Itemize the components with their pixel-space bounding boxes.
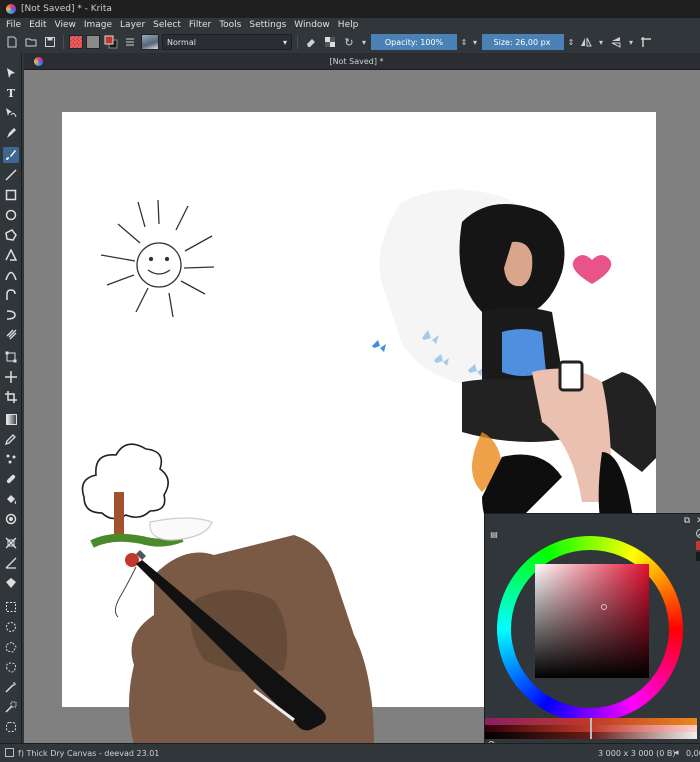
main-toolbar: Normal ▾ ↻ ▾ Opacity: 100% ⇕ ▾ Size: 26,…: [0, 31, 700, 53]
new-document-icon[interactable]: [4, 34, 20, 50]
smart-patch-tool-icon[interactable]: [3, 471, 19, 487]
gradient-tool-icon[interactable]: [3, 411, 19, 427]
pattern-preset-swatch[interactable]: [86, 35, 100, 49]
clear-history-icon[interactable]: [696, 529, 700, 538]
brush-preview-icon: [5, 748, 14, 757]
contiguous-select-tool-icon[interactable]: [3, 679, 19, 695]
krita-logo-icon: [6, 4, 16, 14]
chevron-down-icon: ▾: [282, 37, 287, 47]
calligraphy-tool-icon[interactable]: [3, 125, 19, 141]
menu-edit[interactable]: Edit: [29, 20, 46, 30]
blend-mode-select[interactable]: Normal ▾: [162, 34, 292, 50]
open-document-icon[interactable]: [23, 34, 39, 50]
wrap-around-icon[interactable]: [638, 34, 654, 50]
mirror-horizontal-icon[interactable]: [578, 34, 594, 50]
color-history-swatch[interactable]: [696, 552, 700, 561]
polyline-tool-icon[interactable]: [3, 247, 19, 263]
color-picker-cursor: [601, 604, 607, 610]
float-docker-icon[interactable]: ⧉: [682, 516, 692, 526]
gradient-preset-swatch[interactable]: [69, 35, 83, 49]
current-brush-label: f) Thick Dry Canvas - deevad 23.01: [18, 748, 160, 758]
settings-icon[interactable]: ▤: [489, 530, 499, 540]
chevron-down-icon[interactable]: ▾: [627, 34, 635, 50]
freehand-select-tool-icon[interactable]: [3, 659, 19, 675]
menu-window[interactable]: Window: [294, 20, 330, 30]
opacity-slider[interactable]: Opacity: 100%: [371, 34, 457, 50]
polygonal-select-tool-icon[interactable]: [3, 639, 19, 655]
blend-mode-value: Normal: [167, 37, 196, 47]
measure-tool-icon[interactable]: [3, 555, 19, 571]
menu-layer[interactable]: Layer: [120, 20, 145, 30]
rectangular-select-tool-icon[interactable]: [3, 599, 19, 615]
dynamic-brush-tool-icon[interactable]: [3, 307, 19, 323]
menu-help[interactable]: Help: [338, 20, 359, 30]
toolbar-separator: [297, 35, 298, 49]
multibrush-tool-icon[interactable]: [3, 327, 19, 343]
eraser-mode-icon[interactable]: [303, 34, 319, 50]
ellipse-tool-icon[interactable]: [3, 207, 19, 223]
status-bar: f) Thick Dry Canvas - deevad 23.01 3 000…: [0, 743, 700, 762]
bezier-select-tool-icon[interactable]: [3, 719, 19, 735]
menu-settings[interactable]: Settings: [249, 20, 286, 30]
color-history-swatch[interactable]: [696, 541, 700, 550]
menu-file[interactable]: File: [6, 20, 21, 30]
similar-select-tool-icon[interactable]: [3, 699, 19, 715]
bezier-curve-tool-icon[interactable]: [3, 267, 19, 283]
gradient-strip-marker: [590, 718, 592, 739]
rectangle-tool-icon[interactable]: [3, 187, 19, 203]
move-tool-icon[interactable]: [3, 369, 19, 385]
menu-bar: File Edit View Image Layer Select Filter…: [0, 18, 700, 31]
window-title: [Not Saved] * - Krita: [21, 4, 112, 14]
fg-bg-color-icon[interactable]: [103, 34, 119, 50]
title-bar: [Not Saved] * - Krita: [0, 0, 700, 18]
reload-preset-icon[interactable]: ↻: [341, 34, 357, 50]
preserve-alpha-icon[interactable]: [322, 34, 338, 50]
toolbar-separator: [63, 35, 64, 49]
transform-tool-icon[interactable]: [3, 349, 19, 365]
reference-images-tool-icon[interactable]: [3, 575, 19, 591]
line-tool-icon[interactable]: [3, 167, 19, 183]
text-tool-icon[interactable]: T: [3, 85, 19, 101]
colorize-mask-tool-icon[interactable]: [3, 451, 19, 467]
fill-tool-icon[interactable]: [3, 491, 19, 507]
save-document-icon[interactable]: [42, 34, 58, 50]
document-tab[interactable]: [Not Saved] *: [43, 57, 670, 66]
canvas-area[interactable]: ⧉ ✕ ▤ ⟳: [24, 70, 700, 743]
chevron-down-icon[interactable]: ▾: [597, 34, 605, 50]
edit-shapes-tool-icon[interactable]: [3, 105, 19, 121]
enclose-fill-tool-icon[interactable]: [3, 511, 19, 527]
advanced-color-selector: ⧉ ✕ ▤ ⟳: [484, 513, 700, 743]
brush-size-slider[interactable]: Size: 26,00 px: [482, 34, 564, 50]
saturation-value-square[interactable]: [535, 564, 649, 678]
cursor-icon: ◂: [674, 748, 679, 758]
spin-arrows-icon[interactable]: ⇕: [460, 34, 468, 50]
menu-view[interactable]: View: [55, 20, 76, 30]
zoom-level-label[interactable]: 0,00: [686, 749, 700, 758]
chevron-down-icon[interactable]: ▾: [360, 34, 368, 50]
brush-preset-thumbnail[interactable]: [141, 34, 159, 50]
freehand-brush-tool-icon[interactable]: [3, 147, 19, 163]
polygon-tool-icon[interactable]: [3, 227, 19, 243]
color-sampler-tool-icon[interactable]: [3, 431, 19, 447]
elliptical-select-tool-icon[interactable]: [3, 619, 19, 635]
toolbox: T: [0, 53, 22, 743]
select-shapes-tool-icon[interactable]: [3, 65, 19, 81]
menu-filter[interactable]: Filter: [189, 20, 211, 30]
close-icon[interactable]: ✕: [695, 516, 700, 526]
menu-image[interactable]: Image: [84, 20, 112, 30]
menu-select[interactable]: Select: [153, 20, 181, 30]
assistant-tool-icon[interactable]: [3, 535, 19, 551]
brush-settings-icon[interactable]: [122, 34, 138, 50]
chevron-down-icon[interactable]: ▾: [471, 34, 479, 50]
document-icon: [34, 56, 43, 66]
mirror-vertical-icon[interactable]: [608, 34, 624, 50]
document-tab-bar: [Not Saved] *: [24, 53, 700, 70]
image-dimensions-label: 3 000 x 3 000 (0 B): [598, 748, 676, 758]
spin-arrows-icon[interactable]: ⇕: [567, 34, 575, 50]
freehand-path-tool-icon[interactable]: [3, 287, 19, 303]
menu-tools[interactable]: Tools: [219, 20, 241, 30]
crop-tool-icon[interactable]: [3, 389, 19, 405]
